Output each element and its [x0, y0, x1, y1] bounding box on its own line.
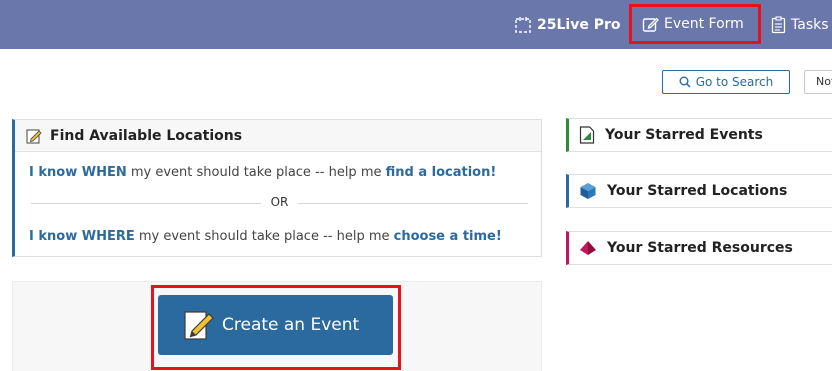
create-event-label: Create an Event [222, 315, 360, 335]
when-mid-text: my event should take place -- help me [126, 165, 386, 180]
find-location-by-when-link[interactable]: I know WHEN my event should take place -… [29, 165, 496, 180]
nav-tasks[interactable]: Tasks [771, 0, 829, 49]
cube-icon [580, 183, 596, 199]
document-icon [579, 126, 595, 144]
nav-brand-25live-pro[interactable]: 25Live Pro [514, 0, 620, 49]
search-icon [679, 76, 691, 88]
starred-resources-card[interactable]: Your Starred Resources [566, 231, 832, 265]
create-event-button[interactable]: Create an Event [158, 295, 393, 355]
find-panel-title: Find Available Locations [50, 127, 243, 144]
pyramid-icon [580, 241, 596, 255]
find-available-locations-panel: Find Available Locations I know WHEN my … [12, 119, 542, 257]
pencil-notepad-icon [26, 128, 42, 144]
where-mid-text: my event should take place -- help me [134, 229, 394, 244]
nav-event-form[interactable]: Event Form [629, 4, 761, 44]
go-to-search-button[interactable]: Go to Search [662, 70, 790, 94]
starred-resources-label: Your Starred Resources [607, 240, 793, 256]
starred-locations-card[interactable]: Your Starred Locations [566, 174, 832, 208]
pencil-notepad-icon [184, 311, 214, 340]
when-lead-text: I know WHEN [29, 165, 127, 180]
starred-events-label: Your Starred Events [605, 127, 763, 143]
where-link-text: choose a time! [393, 229, 502, 244]
edit-form-icon [642, 17, 659, 32]
starred-events-card[interactable]: Your Starred Events [566, 118, 832, 152]
top-navigation-bar: 25Live Pro Event Form Tasks [0, 0, 832, 49]
notifications-label: Not [816, 75, 832, 88]
find-time-by-where-link[interactable]: I know WHERE my event should take place … [29, 229, 502, 244]
where-lead-text: I know WHERE [29, 229, 135, 244]
or-divider-label: OR [270, 195, 289, 209]
nav-tasks-label: Tasks [791, 16, 829, 33]
nav-brand-label: 25Live Pro [537, 16, 621, 33]
go-to-search-label: Go to Search [695, 75, 774, 89]
tasks-clipboard-icon [771, 15, 786, 33]
or-divider: OR [31, 195, 528, 211]
starred-locations-label: Your Starred Locations [607, 183, 788, 199]
nav-event-form-label: Event Form [664, 16, 744, 32]
find-panel-header: Find Available Locations [15, 120, 541, 152]
when-link-text: find a location! [385, 165, 497, 180]
notifications-button[interactable]: Not [804, 70, 832, 94]
calendar-icon [515, 16, 531, 33]
